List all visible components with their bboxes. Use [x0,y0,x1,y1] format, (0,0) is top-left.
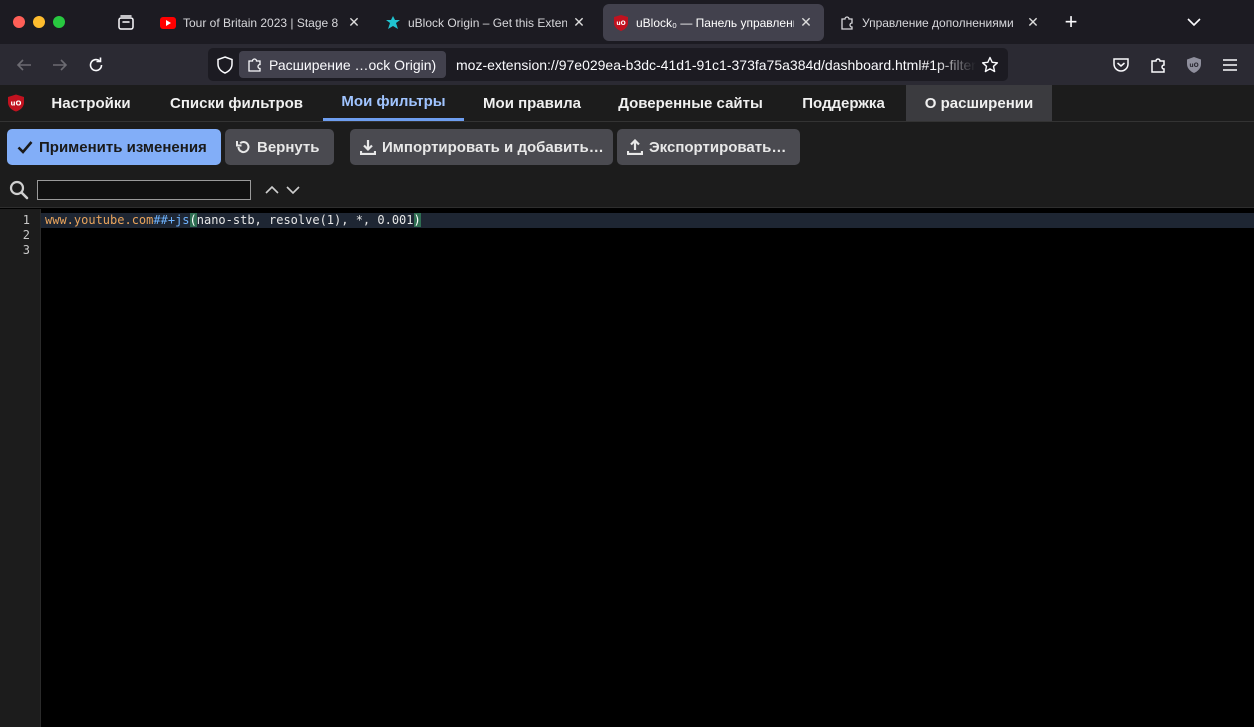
reload-button[interactable] [83,52,109,78]
ublock-icon: uO [1187,57,1201,73]
firefox-view-icon [118,15,134,30]
filter-editor[interactable]: 1 2 3 www.youtube.com##+js(nano-stb, res… [0,209,1254,727]
tab-ublock-dashboard[interactable]: uO uBlock₀ — Панель управления ✕ [603,4,824,41]
addons-icon [385,15,401,31]
dashboard-tab-bar: uO Настройки Списки фильтров Мои фильтры… [0,85,1254,122]
hamburger-menu-icon [1223,59,1237,71]
apply-changes-label: Применить изменения [39,138,207,156]
back-button[interactable] [11,52,37,78]
revert-label: Вернуть [257,138,320,156]
bookmark-star-button[interactable] [980,55,1000,75]
line-number: 3 [22,243,30,257]
tab-addons-manager[interactable]: Управление дополнениями ✕ [829,4,1051,41]
line-number: 2 [22,228,30,242]
puzzle-icon [839,15,855,31]
chevron-up-icon [265,185,279,194]
undo-icon [235,139,251,155]
chevron-down-icon [1187,18,1201,27]
tab-my-rules[interactable]: Мои правила [464,85,600,121]
tab-close-button[interactable]: ✕ [346,14,362,31]
svg-text:uO: uO [1189,62,1198,69]
tab-filter-lists[interactable]: Списки фильтров [150,85,323,121]
tab-ublock-addon[interactable]: uBlock Origin – Get this Extensi ✕ [375,4,597,41]
tab-my-filters[interactable]: Мои фильтры [323,85,464,121]
import-append-button[interactable]: Импортировать и добавить… [350,129,613,165]
reload-icon [89,57,103,72]
line-number-gutter: 1 2 3 [0,209,41,727]
shield-icon [217,56,233,74]
tab-youtube[interactable]: Tour of Britain 2023 | Stage 8 rai ✕ [150,4,372,41]
tab-title: Tour of Britain 2023 | Stage 8 rai [183,15,342,30]
filters-toolbar: Применить изменения Вернуть Импортироват… [0,122,1254,172]
download-icon [360,139,376,155]
star-icon [981,56,999,73]
ublock-logo-icon: uO [8,94,24,112]
filter-hostname: www.youtube.com [45,213,154,227]
tab-close-button[interactable]: ✕ [798,14,814,31]
find-previous-button[interactable] [264,182,280,198]
extension-name: Расширение …ock Origin) [269,56,437,73]
scriptlet-keyword: js [175,213,190,227]
editor-line-1[interactable]: www.youtube.com##+js(nano-stb, resolve(1… [41,213,1254,228]
tab-title: uBlock₀ — Панель управления [636,15,794,30]
tab-trusted-sites[interactable]: Доверенные сайты [600,85,781,121]
app-menu-button[interactable] [1217,52,1243,78]
maximize-window-button[interactable] [53,16,65,28]
tab-support[interactable]: Поддержка [781,85,906,121]
export-button[interactable]: Экспортировать… [617,129,800,165]
extension-identity-label[interactable]: Расширение …ock Origin) [239,51,447,78]
url-text[interactable]: moz-extension://97e029ea-b3dc-41d1-91c1-… [456,57,976,73]
chevron-down-icon [286,186,300,195]
ublock-toolbar-button[interactable]: uO [1181,52,1207,78]
url-bar[interactable]: Расширение …ock Origin) moz-extension://… [208,48,1008,81]
find-bar [0,172,1254,208]
minimize-window-button[interactable] [33,16,45,28]
close-paren: ) [413,213,421,227]
export-label: Экспортировать… [649,138,787,156]
puzzle-icon [1151,58,1165,73]
extensions-button[interactable] [1145,52,1171,78]
svg-text:uO: uO [11,100,22,108]
ublock-icon: uO [613,14,629,31]
filter-separator: ##+ [153,213,176,227]
find-next-button[interactable] [285,182,301,198]
upload-icon [627,139,643,155]
find-input[interactable] [37,180,251,200]
editor-line-3[interactable] [41,243,1254,258]
forward-button[interactable] [47,52,73,78]
new-tab-button[interactable]: + [1058,10,1084,36]
tab-settings[interactable]: Настройки [32,85,150,121]
revert-button[interactable]: Вернуть [225,129,334,165]
svg-text:uO: uO [616,20,625,27]
navigation-toolbar: Расширение …ock Origin) moz-extension://… [0,44,1254,85]
tracking-protection-button[interactable] [214,54,236,76]
tab-about[interactable]: О расширении [906,85,1052,121]
pocket-button[interactable] [1108,52,1134,78]
list-all-tabs-button[interactable] [1182,10,1206,34]
close-window-button[interactable] [13,16,25,28]
open-paren: ( [189,213,197,227]
puzzle-icon [247,57,263,73]
tab-strip: Tour of Britain 2023 | Stage 8 rai ✕ uBl… [0,0,1254,44]
search-icon [9,180,29,200]
tab-close-button[interactable]: ✕ [571,14,587,31]
tab-close-button[interactable]: ✕ [1025,14,1041,31]
firefox-view-button[interactable] [112,10,140,36]
editor-line-2[interactable] [41,228,1254,243]
youtube-icon [160,15,176,31]
scriptlet-arguments: nano-stb, resolve(1), *, 0.001 [196,213,414,227]
pocket-icon [1113,58,1129,72]
line-number: 1 [22,213,30,227]
arrow-left-icon [16,59,31,71]
apply-changes-button[interactable]: Применить изменения [7,129,221,165]
import-append-label: Импортировать и добавить… [382,138,604,156]
tab-title: Управление дополнениями [862,15,1014,30]
checkmark-icon [17,140,33,154]
arrow-right-icon [53,59,68,71]
tab-title: uBlock Origin – Get this Extensi [408,15,567,30]
